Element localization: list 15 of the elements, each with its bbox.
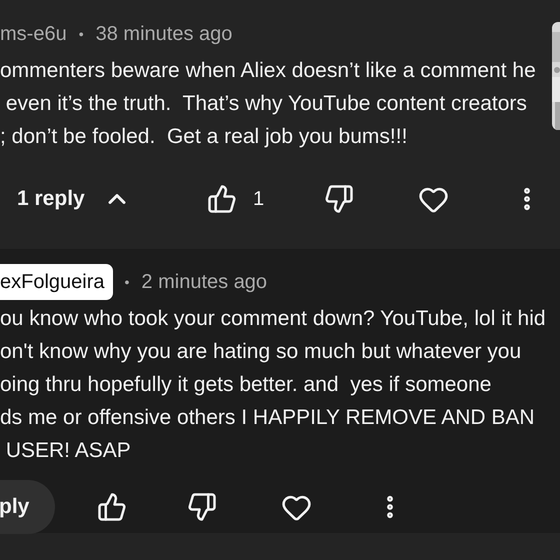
comment-author[interactable]: ms-e6u [0, 19, 67, 49]
comment-author[interactable]: exFolgueira [0, 264, 113, 300]
comment-text: ommenters beware when Aliex doesn’t like a comment he even it’s the truth. That’s why YouTube content creators ; don’t be fooled. Get a real job you bums!!! [0, 58, 537, 150]
comment-time: 2 minutes ago [141, 270, 268, 295]
thumbs-down-icon[interactable] [187, 492, 217, 522]
separator-dot: • [78, 24, 84, 44]
replies-toggle[interactable]: 1 reply [17, 183, 177, 215]
thumbs-up-icon[interactable] [207, 184, 237, 214]
like-count: 1 [253, 187, 264, 212]
comment-time: 38 minutes ago [96, 22, 232, 47]
thumbs-down-icon[interactable] [324, 184, 354, 214]
separator-dot: • [124, 272, 130, 292]
thumbs-up-icon[interactable] [97, 492, 127, 522]
reply-button[interactable]: ply [0, 480, 55, 534]
comment-text: ou know who took your comment down? YouTube, lol it hid on't know why you are hating so much but whatever you oing thru hopefully it gets better. and yes if someone ds me or offensive others I HAPPILY REMOVE AND BAN USER! ASAP [0, 306, 547, 464]
